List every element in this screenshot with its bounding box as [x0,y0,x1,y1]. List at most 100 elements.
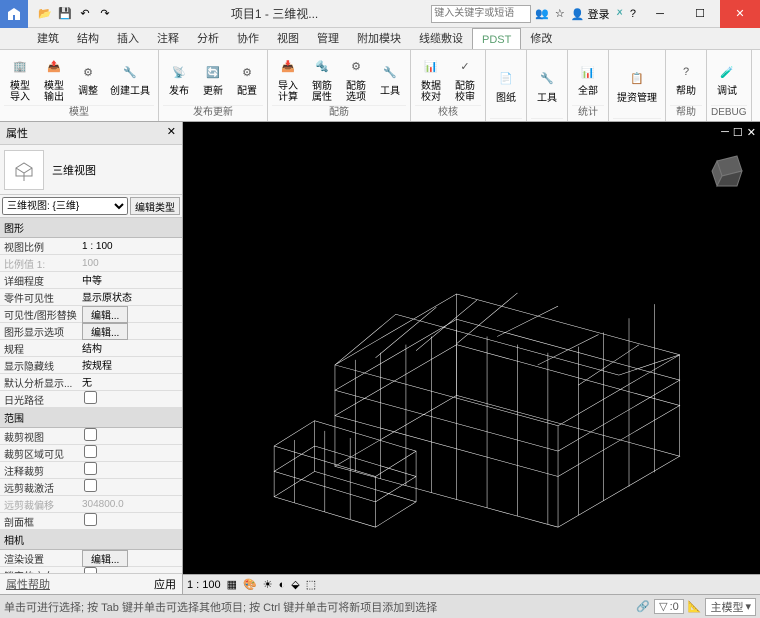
sun-icon[interactable]: ☀ [263,578,273,591]
ribbon-发布[interactable]: 📡发布 [163,52,195,105]
prop-row: 零件可见性 [0,289,182,306]
view-selector[interactable]: 三维视图: {三维} [2,197,128,215]
menu-注释[interactable]: 注释 [148,28,188,49]
ribbon-图纸[interactable]: 📄图纸 [490,52,522,118]
close-button[interactable]: ✕ [720,0,760,28]
menu-修改[interactable]: 修改 [521,28,561,49]
prop-row: 渲染设置编辑... [0,550,182,567]
menu-插入[interactable]: 插入 [108,28,148,49]
menu-附加模块[interactable]: 附加模块 [348,28,410,49]
prop-row: 默认分析显示... [0,374,182,391]
ribbon-工具[interactable]: 🔧工具 [374,52,406,105]
building-wireframe [193,152,700,558]
ribbon-配筋校审[interactable]: ✓配筋校审 [449,52,481,105]
3d-viewport[interactable]: ─ ☐ ✕ 1 : 100 ▦ 🎨 ☀ ◐ ⬙ ⬚ [183,122,760,594]
edit-type-button[interactable]: 编辑类型 [130,197,180,215]
app-icon[interactable] [0,0,28,28]
section-图形[interactable]: 图形 [0,218,182,238]
detail-icon[interactable]: ▦ [227,578,237,591]
selection-icon[interactable]: 📐 [688,600,702,613]
prop-input[interactable] [82,274,182,285]
render-icon[interactable]: ⬙ [291,578,299,591]
prop-row: 裁剪视图 [0,428,182,445]
prop-row: 剖面框 [0,513,182,530]
section-范围[interactable]: 范围 [0,408,182,428]
status-hint: 单击可进行选择; 按 Tab 键并单击可选择其他项目; 按 Ctrl 键并单击可… [4,599,437,615]
prop-check[interactable] [84,428,97,441]
ribbon-钢筋属性[interactable]: 🔩钢筋属性 [306,52,338,105]
login-button[interactable]: 👤 登录 [571,6,610,22]
props-help-link[interactable]: 属性帮助 [6,576,50,592]
viewport-minimize-icon[interactable]: ─ [721,126,729,139]
ribbon-模型导入[interactable]: 🏢模型导入 [4,52,36,105]
prop-row: 注释裁剪 [0,462,182,479]
prop-check[interactable] [84,391,97,404]
prop-input[interactable] [82,359,182,370]
prop-row: 视图比例 [0,238,182,255]
menu-管理[interactable]: 管理 [308,28,348,49]
scale-label[interactable]: 1 : 100 [187,579,221,591]
prop-input[interactable] [82,291,182,302]
ribbon-配筋选项[interactable]: ⚙配筋选项 [340,52,372,105]
props-close-icon[interactable]: ✕ [167,125,176,141]
prop-input[interactable] [82,342,182,353]
menu-结构[interactable]: 结构 [68,28,108,49]
ribbon-提资管理[interactable]: 📋提资管理 [613,52,661,118]
menu-分析[interactable]: 分析 [188,28,228,49]
menu-协作[interactable]: 协作 [228,28,268,49]
prop-check[interactable] [84,462,97,475]
viewport-maximize-icon[interactable]: ☐ [733,126,743,139]
quick-access-toolbar: 📂 💾 ↶ ↷ [32,5,118,23]
undo-icon[interactable]: ↶ [76,5,94,23]
ribbon-配置[interactable]: ⚙配置 [231,52,263,105]
prop-edit-button[interactable]: 编辑... [82,323,128,340]
ribbon-调试[interactable]: 🧪调试 [711,52,743,105]
redo-icon[interactable]: ↷ [96,5,114,23]
filter-count[interactable]: ▽ :0 [654,599,684,614]
ribbon-更新[interactable]: 🔄更新 [197,52,229,105]
prop-edit-button[interactable]: 编辑... [82,306,128,323]
menu-线缆敷设[interactable]: 线缆敷设 [410,28,472,49]
section-相机[interactable]: 相机 [0,530,182,550]
menu-视图[interactable]: 视图 [268,28,308,49]
prop-input[interactable] [82,499,182,510]
maximize-button[interactable]: ☐ [680,0,720,28]
prop-input[interactable] [82,376,182,387]
style-icon[interactable]: 🎨 [243,578,257,591]
viewport-close-icon[interactable]: ✕ [747,126,756,139]
apply-button[interactable]: 应用 [154,576,176,592]
help-icon[interactable]: ? [630,8,636,20]
ribbon-创建工具[interactable]: 🔧创建工具 [106,52,154,105]
save-icon[interactable]: 💾 [56,5,74,23]
view-thumbnail-icon [4,150,44,190]
prop-input[interactable] [82,241,182,252]
prop-check[interactable] [84,513,97,526]
viewcube[interactable] [702,146,752,196]
ribbon-模型输出[interactable]: 📤模型输出 [38,52,70,105]
minimize-button[interactable]: ─ [640,0,680,28]
shadow-icon[interactable]: ◐ [279,579,286,591]
prop-input[interactable] [82,258,182,269]
window-title: 项目1 - 三维视... [118,5,431,22]
ribbon-数据校对[interactable]: 📊数据校对 [415,52,447,105]
open-icon[interactable]: 📂 [36,5,54,23]
link-icon[interactable]: 🔗 [636,600,650,613]
ribbon-调整[interactable]: ⚙调整 [72,52,104,105]
prop-row: 规程 [0,340,182,357]
star-icon[interactable]: ☆ [555,7,565,20]
exchange-icon[interactable]: 🗶 [616,7,624,20]
ribbon-帮助[interactable]: ?帮助 [670,52,702,105]
ribbon-全部[interactable]: 📊全部 [572,52,604,105]
model-selector[interactable]: 主模型 ▾ [705,598,756,616]
props-title: 属性 [6,125,28,141]
prop-edit-button[interactable]: 编辑... [82,550,128,567]
crop-icon[interactable]: ⬚ [306,578,316,591]
ribbon-工具[interactable]: 🔧工具 [531,52,563,118]
search-input[interactable] [431,5,531,23]
menu-建筑[interactable]: 建筑 [28,28,68,49]
info-icon[interactable]: 👥 [535,7,549,20]
ribbon-导入计算[interactable]: 📥导入计算 [272,52,304,105]
menu-PDST[interactable]: PDST [472,28,521,49]
prop-check[interactable] [84,479,97,492]
prop-check[interactable] [84,445,97,458]
